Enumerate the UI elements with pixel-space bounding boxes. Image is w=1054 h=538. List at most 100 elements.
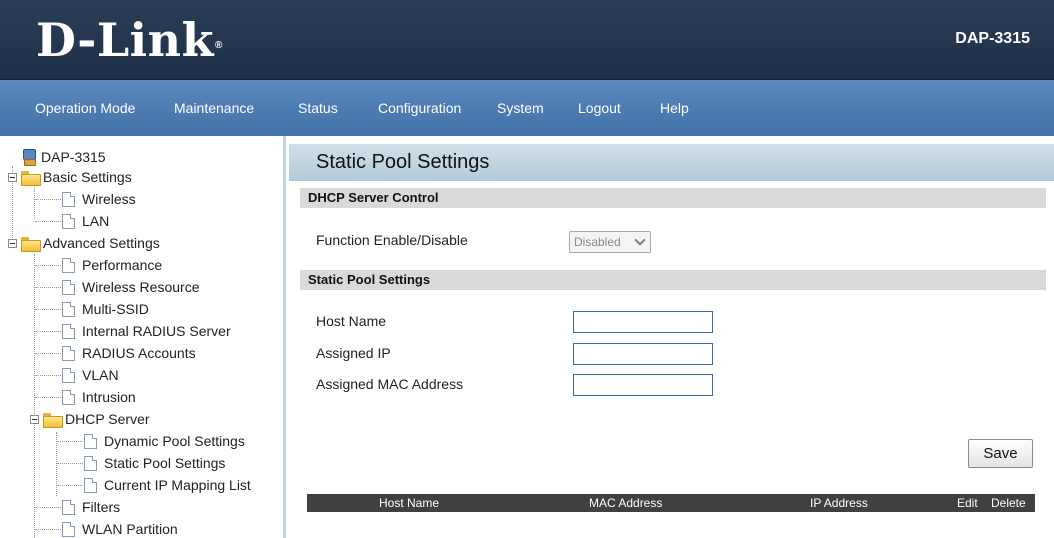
page-icon (84, 456, 97, 471)
tree-connector (35, 221, 61, 222)
save-button[interactable]: Save (968, 439, 1033, 468)
page-icon (62, 324, 75, 339)
app-window: D-Link® DAP-3315 Operation Mode Maintena… (0, 0, 1054, 538)
main-nav: Operation Mode Maintenance Status Config… (0, 80, 1054, 136)
tree-connector (35, 331, 61, 332)
settings-tree: DAP-3315 Basic Settings Wireless LAN Adv… (0, 136, 286, 538)
nav-help[interactable]: Help (660, 80, 689, 136)
nav-operation-mode[interactable]: Operation Mode (35, 80, 135, 136)
tree-item-dhcp-server[interactable]: DHCP Server (30, 408, 150, 430)
collapse-icon[interactable] (8, 239, 17, 248)
page-icon (84, 434, 97, 449)
tree-item-label: Intrusion (82, 389, 136, 405)
chevron-down-icon (634, 234, 646, 246)
main-panel: Static Pool Settings DHCP Server Control… (289, 136, 1054, 538)
section-title: Static Pool Settings (308, 272, 431, 287)
tree-item-wireless[interactable]: Wireless (62, 188, 136, 210)
tree-item-label: WLAN Partition (82, 521, 178, 537)
tree-item-performance[interactable]: Performance (62, 254, 162, 276)
tree-connector (57, 463, 83, 464)
tree-connector (35, 507, 61, 508)
tree-item-label: DAP-3315 (41, 149, 106, 165)
page-title: Static Pool Settings (316, 151, 490, 173)
tree-connector (35, 287, 61, 288)
tree-item-vlan[interactable]: VLAN (62, 364, 119, 386)
page-icon (84, 478, 97, 493)
tree-item-basic-settings[interactable]: Basic Settings (8, 166, 132, 188)
static-pool-table-header: Host Name MAC Address IP Address Edit De… (307, 494, 1035, 512)
page-icon (62, 346, 75, 361)
tree-connector (57, 441, 83, 442)
folder-open-icon (21, 237, 41, 252)
nav-configuration[interactable]: Configuration (378, 80, 461, 136)
tree-item-wireless-resource[interactable]: Wireless Resource (62, 276, 199, 298)
tree-item-advanced-settings[interactable]: Advanced Settings (8, 232, 160, 254)
nav-maintenance[interactable]: Maintenance (174, 80, 254, 136)
assigned-mac-input[interactable] (573, 374, 713, 396)
assigned-mac-label: Assigned MAC Address (316, 376, 464, 392)
section-static-pool-settings: Static Pool Settings (300, 270, 1046, 290)
tree-connector (35, 199, 61, 200)
tree-item-dynamic-pool-settings[interactable]: Dynamic Pool Settings (84, 430, 245, 452)
page-icon (62, 500, 75, 515)
collapse-icon[interactable] (8, 173, 17, 182)
page-icon (62, 368, 75, 383)
tree-item-label: Filters (82, 499, 121, 515)
tree-item-filters[interactable]: Filters (62, 496, 120, 518)
nav-logout[interactable]: Logout (578, 80, 621, 136)
nav-status[interactable]: Status (298, 80, 338, 136)
page-icon (62, 302, 75, 317)
page-icon (62, 280, 75, 295)
page-icon (62, 390, 75, 405)
page-title-bar: Static Pool Settings (289, 144, 1054, 181)
nav-system[interactable]: System (497, 80, 544, 136)
assigned-ip-input[interactable] (573, 343, 713, 365)
folder-open-icon (43, 413, 63, 428)
page-icon (62, 258, 75, 273)
tree-item-multi-ssid[interactable]: Multi-SSID (62, 298, 149, 320)
tree-item-label: Wireless (82, 191, 136, 207)
collapse-icon[interactable] (30, 415, 39, 424)
logo-text: D-Link (36, 13, 214, 67)
tree-item-internal-radius-server[interactable]: Internal RADIUS Server (62, 320, 231, 342)
page-icon (62, 522, 75, 537)
tree-item-label: Static Pool Settings (104, 455, 226, 471)
tree-connector (35, 375, 61, 376)
column-delete: Delete (991, 496, 1026, 510)
tree-item-radius-accounts[interactable]: RADIUS Accounts (62, 342, 196, 364)
column-edit: Edit (957, 496, 978, 510)
tree-item-label: Current IP Mapping List (104, 477, 251, 493)
section-dhcp-server-control: DHCP Server Control (300, 188, 1046, 208)
tree-connector (35, 309, 61, 310)
tree-item-label: Internal RADIUS Server (82, 323, 231, 339)
tree-item-static-pool-settings[interactable]: Static Pool Settings (84, 452, 225, 474)
host-name-label: Host Name (316, 313, 387, 329)
page-icon (62, 214, 75, 229)
tree-item-root[interactable]: DAP-3315 (22, 146, 106, 168)
tree-item-label: RADIUS Accounts (82, 345, 196, 361)
registered-mark: ® (214, 40, 223, 51)
column-host-name: Host Name (379, 496, 440, 510)
tree-item-label: Performance (82, 257, 163, 273)
tree-connector (35, 265, 61, 266)
column-ip-address: IP Address (810, 496, 868, 510)
tree-item-lan[interactable]: LAN (62, 210, 109, 232)
select-value: Disabled (574, 235, 621, 249)
tree-item-current-ip-mapping-list[interactable]: Current IP Mapping List (84, 474, 251, 496)
tree-item-label: LAN (82, 213, 110, 229)
tree-connector (35, 353, 61, 354)
host-name-input[interactable] (573, 311, 713, 333)
dlink-logo: D-Link® (36, 14, 223, 66)
tree-connector (34, 254, 35, 538)
tree-connector (35, 529, 61, 530)
model-name: DAP-3315 (955, 30, 1030, 47)
assigned-ip-label: Assigned IP (316, 345, 391, 361)
function-enable-select[interactable]: Disabled (569, 231, 651, 253)
device-icon (22, 149, 36, 166)
section-title: DHCP Server Control (308, 190, 439, 205)
folder-open-icon (21, 171, 41, 186)
tree-item-intrusion[interactable]: Intrusion (62, 386, 136, 408)
tree-item-wlan-partition[interactable]: WLAN Partition (62, 518, 178, 538)
tree-connector (35, 397, 61, 398)
header-bar: D-Link® DAP-3315 (0, 0, 1054, 80)
